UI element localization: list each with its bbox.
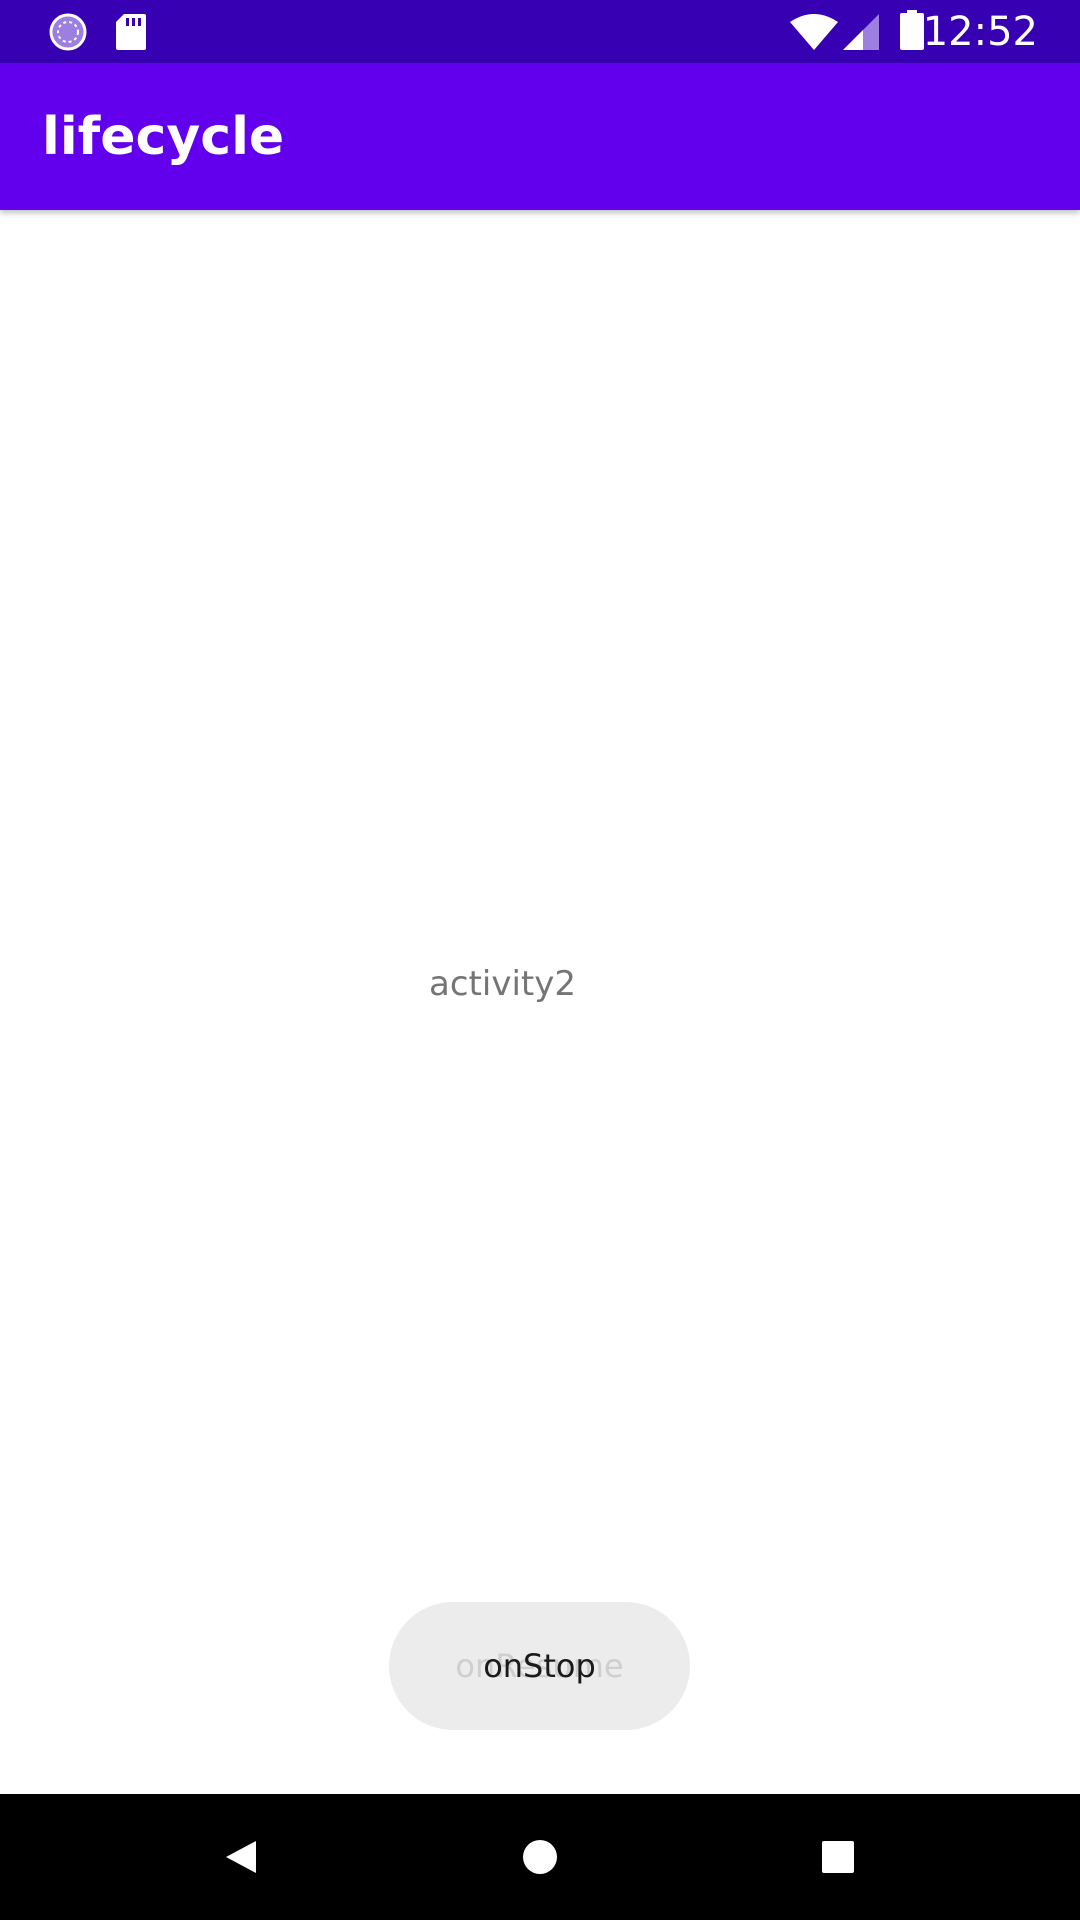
home-icon[interactable] <box>510 1827 570 1887</box>
app-bar: lifecycle <box>0 63 1080 210</box>
activity-label: activity2 <box>429 964 576 1004</box>
loading-icon <box>48 12 88 52</box>
recents-icon[interactable] <box>808 1827 868 1887</box>
screen: 12:52 lifecycle activity2 onResume onSto… <box>0 0 1080 1920</box>
status-time: 12:52 <box>922 9 1038 55</box>
navigation-bar <box>0 1794 1080 1920</box>
wifi-icon <box>790 14 838 54</box>
sd-card-icon <box>114 12 154 52</box>
toast-text: onStop <box>483 1647 596 1685</box>
battery-icon <box>900 10 924 54</box>
main-content: activity2 <box>0 210 1080 1794</box>
app-title: lifecycle <box>42 107 285 167</box>
signal-icon <box>843 14 879 54</box>
status-bar: 12:52 <box>0 0 1080 63</box>
toast: onResume onStop <box>389 1602 690 1730</box>
back-icon[interactable] <box>212 1827 272 1887</box>
